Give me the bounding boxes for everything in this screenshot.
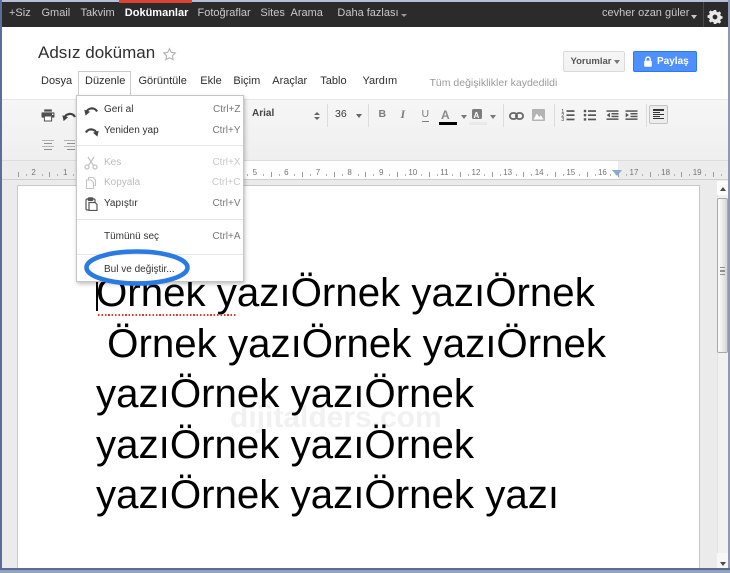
svg-text:3: 3 [561,117,564,122]
